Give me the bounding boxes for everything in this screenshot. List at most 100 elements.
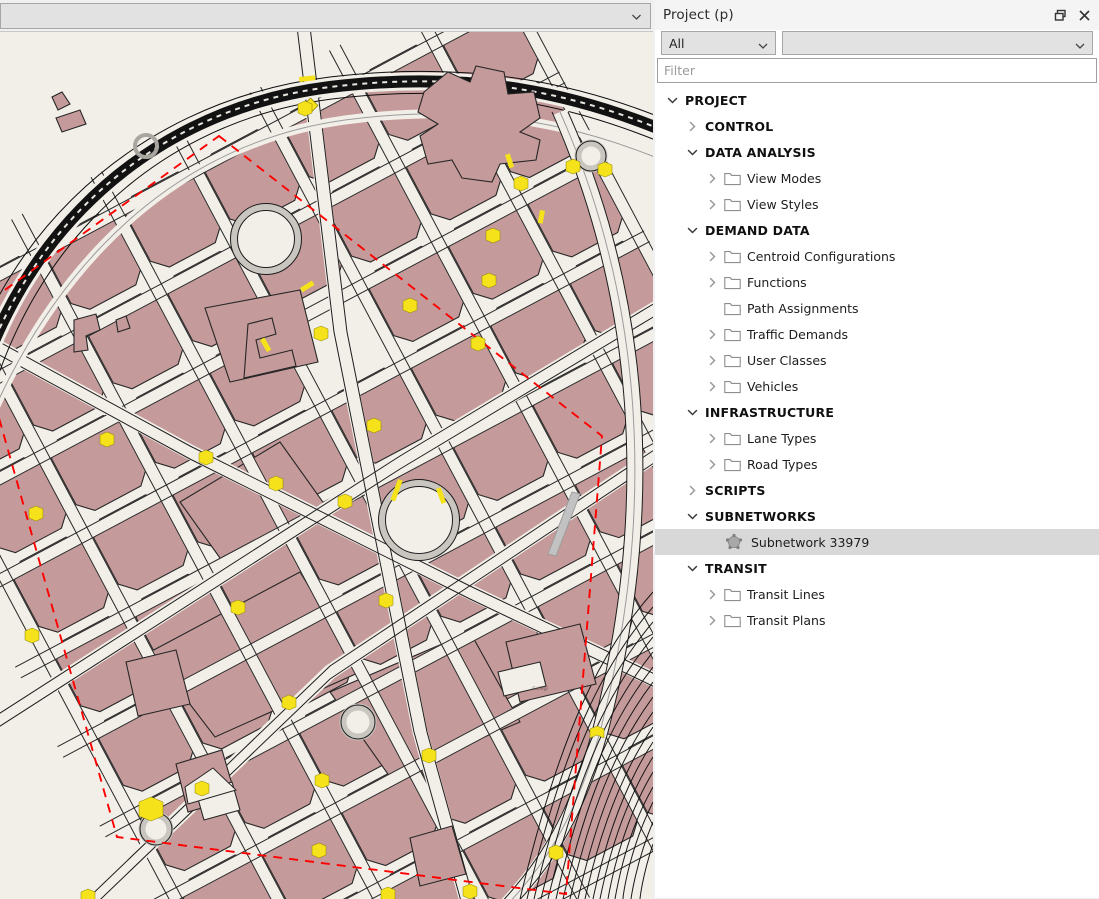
chevron-down-icon: [631, 11, 642, 22]
float-button[interactable]: [1051, 6, 1069, 24]
chevron-right-icon[interactable]: [703, 581, 721, 607]
tree-item-label: Centroid Configurations: [743, 249, 895, 264]
tree-indent: [655, 347, 703, 373]
chevron-right-icon[interactable]: [703, 191, 721, 217]
tree-indent: [655, 113, 683, 139]
tree-indent: [655, 165, 703, 191]
tree-indent: [655, 139, 683, 165]
chevron-right-icon[interactable]: [703, 269, 721, 295]
folder-icon: [721, 451, 743, 477]
subnetwork-icon: [721, 529, 747, 555]
restore-window-icon: [1054, 9, 1067, 22]
chevron-down-icon[interactable]: [683, 139, 701, 165]
folder-icon: [721, 373, 743, 399]
chevron-right-icon[interactable]: [703, 607, 721, 633]
tree-item-label: PROJECT: [681, 93, 747, 108]
tree-indent: [655, 607, 703, 633]
tree-item-label: CONTROL: [701, 119, 773, 134]
chevron-down-icon[interactable]: [683, 555, 701, 581]
tree-twisty-placeholder: [703, 529, 721, 555]
tree-item-label: SCRIPTS: [701, 483, 766, 498]
tree-row[interactable]: Lane Types: [655, 425, 1099, 451]
chevron-right-icon[interactable]: [703, 243, 721, 269]
tree-row[interactable]: Transit Plans: [655, 607, 1099, 633]
tree-row[interactable]: DATA ANALYSIS: [655, 139, 1099, 165]
tree-indent: [655, 555, 683, 581]
tree-row[interactable]: Traffic Demands: [655, 321, 1099, 347]
chevron-down-icon[interactable]: [683, 217, 701, 243]
close-button[interactable]: [1075, 6, 1093, 24]
tree-row[interactable]: Road Types: [655, 451, 1099, 477]
tree-row[interactable]: TRANSIT: [655, 555, 1099, 581]
chevron-right-icon[interactable]: [683, 113, 701, 139]
project-tree[interactable]: PROJECT CONTROL DATA ANALYSISView Modes Vie…: [655, 87, 1099, 898]
value-filter-combo[interactable]: [782, 31, 1093, 55]
tree-row[interactable]: Path Assignments: [655, 295, 1099, 321]
tree-item-label: View Styles: [743, 197, 819, 212]
tree-row[interactable]: View Modes: [655, 165, 1099, 191]
tree-row[interactable]: User Classes: [655, 347, 1099, 373]
chevron-right-icon[interactable]: [703, 373, 721, 399]
tree-item-label: DEMAND DATA: [701, 223, 810, 238]
chevron-right-icon[interactable]: [683, 477, 701, 503]
panel-title: Project (p): [663, 7, 734, 23]
tree-indent: [655, 243, 703, 269]
folder-icon: [721, 607, 743, 633]
folder-icon: [721, 425, 743, 451]
tree-row-selected[interactable]: Subnetwork 33979: [655, 529, 1099, 555]
chevron-right-icon[interactable]: [703, 321, 721, 347]
tree-item-label: SUBNETWORKS: [701, 509, 816, 524]
chevron-right-icon[interactable]: [703, 165, 721, 191]
tree-row[interactable]: SCRIPTS: [655, 477, 1099, 503]
chevron-down-icon[interactable]: [683, 399, 701, 425]
tree-indent: [655, 399, 683, 425]
tree-item-label: Transit Plans: [743, 613, 826, 628]
folder-icon: [721, 347, 743, 373]
tree-item-label: TRANSIT: [701, 561, 767, 576]
tree-item-label: INFRASTRUCTURE: [701, 405, 834, 420]
tree-item-label: Subnetwork 33979: [747, 535, 869, 550]
map-canvas[interactable]: .blk{fill:#c59a9a;stroke:#262626;stroke-…: [0, 31, 653, 899]
close-icon: [1078, 9, 1091, 22]
tree-item-label: Path Assignments: [743, 301, 859, 316]
tree-item-label: User Classes: [743, 353, 827, 368]
view-selector-combo[interactable]: [0, 3, 651, 29]
panel-titlebar: Project (p): [655, 0, 1099, 31]
filter-input[interactable]: [657, 58, 1097, 83]
tree-item-label: Lane Types: [743, 431, 816, 446]
tree-row[interactable]: Centroid Configurations: [655, 243, 1099, 269]
chevron-down-icon[interactable]: [663, 87, 681, 113]
tree-indent: [655, 451, 703, 477]
tree-row[interactable]: CONTROL: [655, 113, 1099, 139]
tree-item-label: Traffic Demands: [743, 327, 848, 342]
chevron-down-icon: [1075, 39, 1085, 49]
type-filter-combo[interactable]: All: [661, 31, 776, 55]
tree-row[interactable]: Transit Lines: [655, 581, 1099, 607]
tree-indent: [655, 477, 683, 503]
tree-row[interactable]: Vehicles: [655, 373, 1099, 399]
map-label: Collegi: [532, 686, 548, 692]
chevron-down-icon: [758, 39, 768, 49]
tree-row[interactable]: Functions: [655, 269, 1099, 295]
tree-twisty-placeholder: [703, 295, 721, 321]
chevron-right-icon[interactable]: [703, 451, 721, 477]
tree-row[interactable]: DEMAND DATA: [655, 217, 1099, 243]
tree-indent: [655, 425, 703, 451]
tree-indent: [655, 373, 703, 399]
folder-icon: [721, 295, 743, 321]
tree-row[interactable]: PROJECT: [655, 87, 1099, 113]
project-panel: Project (p) All: [655, 0, 1099, 898]
chevron-right-icon[interactable]: [703, 425, 721, 451]
type-filter-value: All: [669, 36, 685, 51]
tree-item-label: Transit Lines: [743, 587, 825, 602]
chevron-down-icon[interactable]: [683, 503, 701, 529]
tree-item-label: Road Types: [743, 457, 818, 472]
tree-indent: [655, 269, 703, 295]
tree-row[interactable]: View Styles: [655, 191, 1099, 217]
tree-row[interactable]: SUBNETWORKS: [655, 503, 1099, 529]
chevron-right-icon[interactable]: [703, 347, 721, 373]
tree-item-label: Vehicles: [743, 379, 798, 394]
tree-indent: [655, 503, 683, 529]
tree-row[interactable]: INFRASTRUCTURE: [655, 399, 1099, 425]
map-view: .blk{fill:#c59a9a;stroke:#262626;stroke-…: [0, 0, 653, 898]
